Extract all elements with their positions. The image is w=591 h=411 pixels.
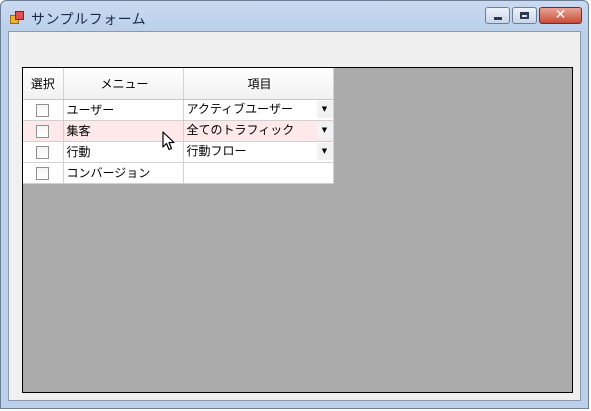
close-icon: ✕	[554, 7, 567, 23]
table-row[interactable]: 行動 行動フロー ▼	[23, 141, 334, 163]
row-checkbox[interactable]	[36, 103, 50, 117]
data-grid-view[interactable]: 選択 メニュー 項目 ユーザー アクティブユーザー ▼ 集客 全てのトラフィック ▼ 行動行…	[22, 67, 573, 393]
menu-cell[interactable]: コンバージョン	[63, 162, 184, 184]
item-combobox-value: 行動フロー	[186, 143, 247, 158]
app-window: サンプルフォーム ✕ 選択 メニュー 項目 ユーザー アクティブユーザー ▼ 集…	[0, 0, 589, 409]
header-row: 選択 メニュー 項目	[23, 68, 334, 100]
close-button[interactable]: ✕	[539, 7, 582, 24]
dropdown-arrow-icon[interactable]: ▼	[316, 100, 333, 118]
window-title: サンプルフォーム	[31, 12, 147, 28]
menu-cell[interactable]: ユーザー	[63, 99, 184, 121]
select-cell[interactable]	[23, 162, 64, 184]
column-header-select[interactable]: 選択	[23, 68, 64, 100]
app-icon[interactable]	[10, 11, 24, 25]
item-cell[interactable]: 全てのトラフィック ▼	[183, 120, 334, 142]
dropdown-arrow-icon[interactable]: ▼	[316, 142, 333, 160]
grid-body: ユーザー アクティブユーザー ▼ 集客 全てのトラフィック ▼ 行動 行動フロー ▼ コンバージョ…	[23, 99, 334, 184]
item-cell[interactable]: 行動フロー ▼	[183, 141, 334, 163]
select-cell[interactable]	[23, 141, 64, 163]
item-combobox[interactable]: アクティブユーザー ▼	[187, 100, 333, 120]
form-client-area: 選択 メニュー 項目 ユーザー アクティブユーザー ▼ 集客 全てのトラフィック ▼ 行動行…	[8, 31, 581, 401]
item-combobox-value: 全てのトラフィック	[186, 122, 295, 137]
select-cell[interactable]	[23, 99, 64, 121]
row-checkbox[interactable]	[36, 166, 50, 180]
column-header-menu[interactable]: メニュー	[63, 68, 184, 100]
title-bar[interactable]: サンプルフォーム ✕	[1, 1, 588, 31]
item-combobox[interactable]: 行動フロー ▼	[187, 142, 333, 162]
maximize-icon	[520, 12, 529, 19]
item-cell[interactable]	[183, 162, 334, 184]
table-row[interactable]: ユーザー アクティブユーザー ▼	[23, 99, 334, 121]
dropdown-arrow-icon[interactable]: ▼	[316, 121, 333, 139]
caption-buttons: ✕	[483, 7, 582, 25]
column-header-item[interactable]: 項目	[183, 68, 334, 100]
maximize-button[interactable]	[512, 7, 537, 24]
item-cell[interactable]: アクティブユーザー ▼	[183, 99, 334, 121]
grid-table: 選択 メニュー 項目 ユーザー アクティブユーザー ▼ 集客 全てのトラフィック ▼ 行動行…	[23, 68, 334, 184]
select-cell[interactable]	[23, 120, 64, 142]
minimize-icon	[494, 17, 502, 20]
row-checkbox[interactable]	[36, 124, 50, 138]
item-combobox[interactable]	[187, 163, 333, 183]
mouse-cursor-icon	[162, 131, 175, 151]
table-row[interactable]: コンバージョン	[23, 162, 334, 184]
item-combobox-value: アクティブユーザー	[186, 101, 293, 116]
row-checkbox[interactable]	[36, 145, 50, 159]
table-row[interactable]: 集客 全てのトラフィック ▼	[23, 120, 334, 142]
item-combobox[interactable]: 全てのトラフィック ▼	[187, 121, 333, 141]
minimize-button[interactable]	[485, 7, 510, 24]
